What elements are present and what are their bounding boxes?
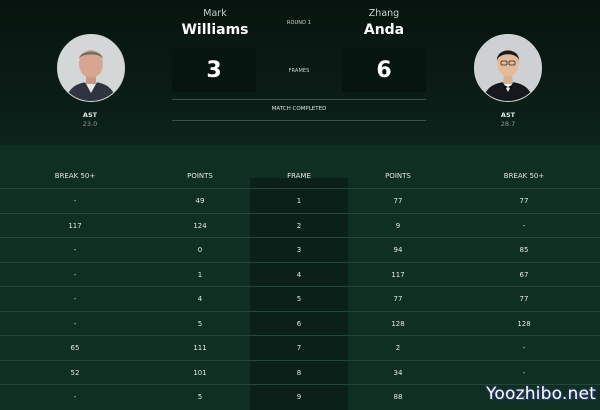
cell-frame-number: 5: [296, 295, 302, 303]
row-divider: [0, 359, 600, 361]
player1-avatar[interactable]: [57, 34, 125, 102]
cell-p1-break: -: [73, 319, 77, 328]
cell-p2-points: 34: [393, 368, 403, 377]
player2-avatar[interactable]: [474, 34, 542, 102]
row-divider: [0, 237, 600, 238]
player1-stat-value: 23.0: [82, 119, 98, 128]
cell-p2-break: 128: [517, 319, 531, 328]
row-divider: [0, 286, 600, 287]
player2-score: 6: [342, 48, 426, 92]
divider-bottom: [172, 120, 426, 121]
watermark: Yoozhibo.net: [486, 384, 596, 404]
cell-p2-points: 2: [395, 344, 401, 352]
cell-p2-points: 77: [393, 295, 403, 303]
match-status: MATCH COMPLETED: [271, 106, 327, 112]
cell-p2-points: 128: [391, 319, 405, 328]
cell-p1-break: -: [73, 270, 77, 279]
player2-stat-value: 28.7: [500, 119, 516, 128]
row-divider: [0, 310, 600, 312]
player1-last-name[interactable]: Williams: [160, 22, 270, 38]
cell-p2-points: 9: [395, 221, 401, 230]
cell-p2-points: 94: [393, 246, 403, 254]
cell-p1-break: 117: [68, 221, 82, 230]
cell-p1-break: -: [73, 295, 77, 303]
player2-last-name[interactable]: Anda: [329, 22, 439, 38]
cell-p1-points: 124: [193, 221, 207, 230]
cell-p1-points: 5: [197, 319, 203, 328]
cell-p1-points: 111: [193, 344, 207, 352]
header-p1-break: BREAK 50+: [54, 172, 96, 180]
cell-p2-break: 77: [519, 295, 529, 303]
player1-first-name: Mark: [203, 8, 227, 19]
cell-p1-break: 52: [70, 368, 80, 377]
match-header: AST 23.0 Mark Williams 3 ROUND 1 FRAMES …: [0, 0, 600, 145]
table-row: 65 111 7 2 -: [0, 335, 600, 359]
table-row: - 0 3 94 85: [0, 237, 600, 261]
cell-p1-points: 5: [197, 393, 203, 401]
table-row: - 1 4 117 67: [0, 261, 600, 286]
cell-frame-number: 2: [296, 221, 302, 230]
cell-p2-break: 85: [519, 246, 529, 254]
row-divider: [0, 261, 600, 263]
cell-p1-break: -: [73, 197, 77, 205]
cell-p2-break: -: [522, 344, 526, 352]
frames-label: FRAMES: [288, 68, 310, 74]
player1-stat: AST 23.0: [55, 111, 125, 129]
player2-stat-label: AST: [500, 111, 516, 119]
cell-p1-points: 101: [193, 368, 207, 377]
player1-score: 3: [172, 48, 256, 92]
cell-frame-number: 4: [296, 270, 302, 279]
cell-p1-points: 49: [195, 197, 205, 205]
cell-p1-points: 0: [197, 246, 203, 254]
round-label: ROUND 1: [286, 20, 312, 26]
frames-table: BREAK 50+ POINTS FRAME POINTS BREAK 50+ …: [0, 145, 600, 410]
cell-p2-break: -: [522, 221, 526, 230]
header-p2-break: BREAK 50+: [503, 172, 545, 180]
cell-p1-points: 1: [197, 270, 203, 279]
player2-stat: AST 28.7: [473, 111, 543, 129]
cell-frame-number: 1: [296, 197, 302, 205]
player2-photo: [475, 35, 541, 101]
cell-p2-points: 77: [393, 197, 403, 205]
header-frame: FRAME: [287, 172, 311, 180]
player1-stat-label: AST: [82, 111, 98, 119]
table-row: - 5 6 128 128: [0, 310, 600, 335]
table-row: 117 124 2 9 -: [0, 212, 600, 237]
cell-p1-points: 4: [197, 295, 203, 303]
cell-frame-number: 7: [296, 344, 302, 352]
row-divider: [0, 212, 600, 214]
cell-p1-break: -: [73, 246, 77, 254]
cell-p1-break: -: [73, 393, 77, 401]
cell-p2-points: 88: [393, 393, 403, 401]
player2-first-name: Zhang: [368, 8, 400, 19]
cell-frame-number: 8: [296, 368, 302, 377]
header-p2-points: POINTS: [385, 172, 411, 180]
table-row: - 49 1 77 77: [0, 188, 600, 212]
row-divider: [0, 188, 600, 189]
table-row: - 4 5 77 77: [0, 286, 600, 310]
cell-p2-break: -: [522, 368, 526, 377]
cell-p2-points: 117: [391, 270, 405, 279]
row-divider: [0, 335, 600, 336]
divider-top: [172, 99, 426, 100]
cell-p2-break: 67: [519, 270, 529, 279]
cell-frame-number: 9: [296, 393, 302, 401]
cell-p1-break: 65: [70, 344, 80, 352]
cell-p2-break: 77: [519, 197, 529, 205]
cell-frame-number: 6: [296, 319, 302, 328]
player1-photo: [58, 35, 124, 101]
table-row: 52 101 8 34 -: [0, 359, 600, 384]
header-p1-points: POINTS: [187, 172, 213, 180]
cell-frame-number: 3: [296, 246, 302, 254]
